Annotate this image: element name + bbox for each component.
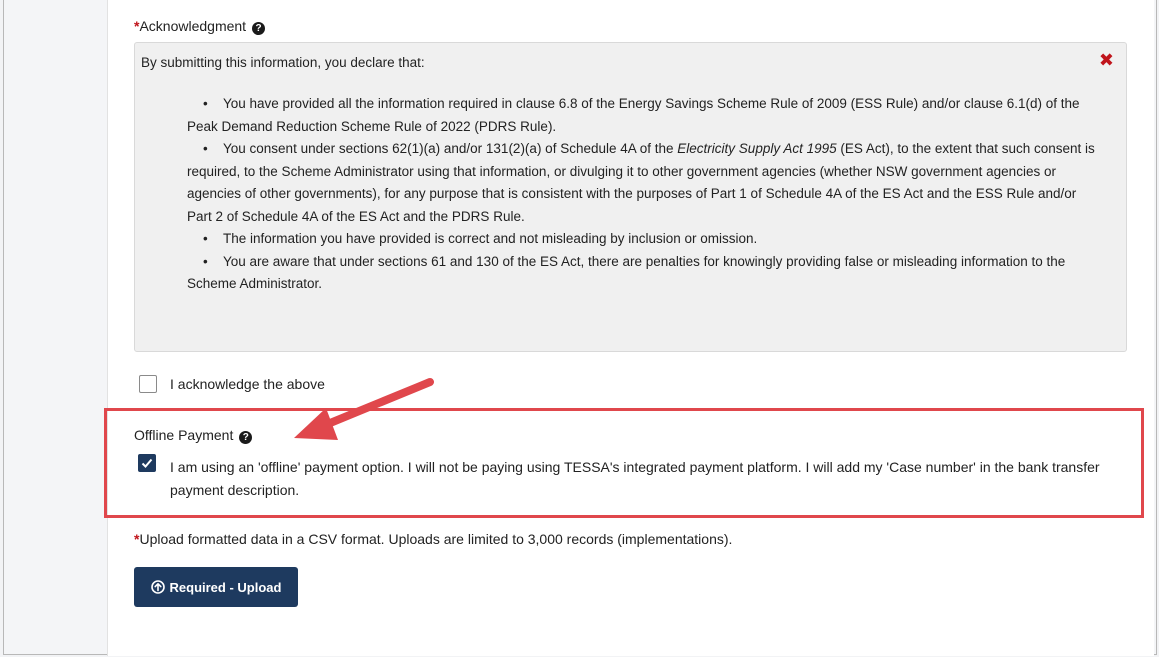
acknowledge-checkbox[interactable] <box>139 375 157 393</box>
acknowledgment-label: *Acknowledgment? <box>134 18 266 35</box>
annotation-arrow-icon <box>294 378 434 440</box>
bullet: • <box>203 141 208 156</box>
acknowledgment-intro: By submitting this information, you decl… <box>141 55 425 70</box>
annotation-highlight-box <box>104 408 1144 518</box>
declaration-item: • You consent under sections 62(1)(a) and… <box>187 138 1097 228</box>
act-title: Electricity Supply Act 1995 <box>677 141 837 156</box>
bullet: • <box>203 96 208 111</box>
declaration-text: You consent under sections 62(1)(a) and/… <box>223 141 678 156</box>
acknowledgment-box: By submitting this information, you decl… <box>134 42 1127 352</box>
upload-instruction-text: Upload formatted data in a CSV format. U… <box>139 531 733 547</box>
question-circle-icon[interactable]: ? <box>252 22 266 35</box>
bullet: • <box>203 231 208 246</box>
acknowledgment-label-text: Acknowledgment <box>139 18 247 34</box>
upload-button-label: Required - Upload <box>169 579 282 595</box>
upload-button[interactable]: Required - Upload <box>134 567 298 607</box>
declaration-text: You have provided all the information re… <box>187 96 1080 134</box>
declaration-item: • The information you have provided is co… <box>187 228 1097 251</box>
bullet: • <box>203 253 208 269</box>
arrow-up-circle-icon <box>150 580 165 594</box>
declaration-item: • You have provided all the information r… <box>187 93 1097 138</box>
upload-instruction: *Upload formatted data in a CSV format. … <box>134 531 732 547</box>
acknowledgment-declarations: • You have provided all the information r… <box>187 93 1097 296</box>
declaration-text: The information you have provided is cor… <box>223 231 758 246</box>
close-x-icon[interactable]: ✖ <box>1099 51 1114 69</box>
declaration-text: You are aware that under sections 61 and… <box>187 253 1066 292</box>
declaration-item: • You are aware that under sections 61 an… <box>187 251 1097 296</box>
